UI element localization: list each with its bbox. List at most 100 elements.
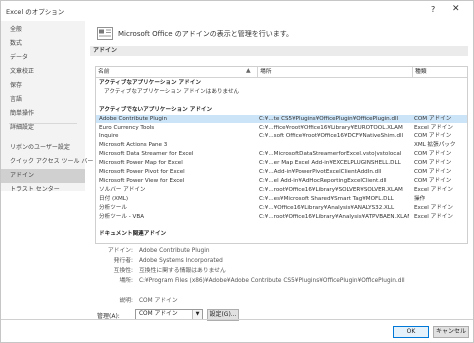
cell-location: C:¥...es¥Microsoft Shared¥Smart Tag¥MOFL… xyxy=(259,195,394,202)
cell-location: C:¥...soft Office¥root¥Office16¥DCF¥Nati… xyxy=(259,133,404,140)
options-dialog: Excel のオプション ? ✕ 全般 数式 データ 文章校正 保存 言語 簡単操作 詳細設定… xyxy=(0,0,474,343)
detail-label: 説明: xyxy=(119,298,133,304)
chevron-down-icon[interactable]: ▼ xyxy=(192,310,202,319)
detail-label: 発行者: xyxy=(113,258,133,264)
detail-description: 説明: COM アドイン xyxy=(95,297,465,306)
cell-type: Excel アドイン xyxy=(414,124,453,131)
detail-label: 互換性: xyxy=(113,268,133,274)
cell-location: C:¥...el Add-in¥AdHocReportingExcelClien… xyxy=(259,177,387,184)
detail-value: 互換性に関する情報はありません xyxy=(139,268,226,274)
table-row[interactable]: Microsoft Power Pivot for Excel C:¥...Add… xyxy=(96,168,467,176)
cell-name: Euro Currency Tools xyxy=(99,124,155,131)
cell-type: COM アドイン xyxy=(414,160,452,167)
cell-name: Microsoft Data Streamer for Excel xyxy=(99,151,194,158)
table-row[interactable]: Microsoft Power Map for Excel C:¥...er Ma… xyxy=(96,159,467,167)
cell-location: C:¥...root¥Office16¥Library¥Analysis¥ATP… xyxy=(259,213,409,220)
cell-name: アクティブでないアプリケーション アドイン xyxy=(99,106,213,113)
table-row[interactable]: Microsoft Actions Pane 3 XML 拡張パック xyxy=(96,141,467,149)
sidebar-item[interactable]: データ xyxy=(1,51,85,65)
detail-publisher: 発行者: Adobe Systems Incorporated xyxy=(95,257,465,266)
addins-table: 名前 ▲ 場所 種類 アクティブなアプリケーション アドインアクティブなアプリケ… xyxy=(95,66,468,244)
detail-value: COM アドイン xyxy=(139,298,178,304)
manage-area: 管理(A): COM アドイン ▼ 設定(G)... xyxy=(95,307,465,323)
sidebar: 全般 数式 データ 文章校正 保存 言語 簡単操作 詳細設定リボンのユーザー設定 クイック アク… xyxy=(1,21,93,193)
sidebar-item[interactable]: 詳細設定 xyxy=(1,121,85,135)
cell-type: Excel アドイン xyxy=(414,204,453,211)
table-row[interactable]: Microsoft Data Streamer for Excel C:¥...M… xyxy=(96,150,467,158)
page-header: Microsoft Office のアドインの表示と管理を行います。 xyxy=(118,30,294,38)
table-row[interactable]: 分析ツール C:¥...¥Office16¥Library¥Analysis¥AN… xyxy=(96,204,467,212)
table-row[interactable]: Adobe Contribute Plugin C:¥...te CS5¥Plug… xyxy=(96,114,467,123)
cell-type: COM アドイン xyxy=(414,115,452,122)
cell-name: ドキュメント関連アドイン xyxy=(99,231,167,238)
sidebar-item[interactable]: アドイン xyxy=(1,169,85,183)
cell-name: Inquire xyxy=(99,133,119,140)
table-row xyxy=(96,221,467,229)
table-row[interactable]: 分析ツール - VBA C:¥...root¥Office16¥Library¥A… xyxy=(96,213,467,221)
table-row[interactable]: ソルバー アドイン C:¥...root¥Office16¥Library¥SOL… xyxy=(96,186,467,194)
column-header-type[interactable]: 種類 xyxy=(412,67,467,77)
cell-type: XML 拡張パック xyxy=(414,142,456,149)
sidebar-item[interactable]: トラスト センター xyxy=(1,183,85,197)
cell-name: アクティブなアプリケーション アドイン xyxy=(99,80,201,86)
cell-name: 日付 (XML) xyxy=(99,195,129,202)
detail-value: Adobe Systems Incorporated xyxy=(139,258,223,264)
cell-type: Excel アドイン xyxy=(414,186,453,193)
cancel-button[interactable]: キャンセル xyxy=(433,326,469,338)
table-row[interactable]: Inquire C:¥...soft Office¥root¥Office16¥D… xyxy=(96,132,467,140)
table-row[interactable]: 日付 (XML) C:¥...es¥Microsoft Shared¥Smart … xyxy=(96,195,467,203)
sidebar-item[interactable]: リボンのユーザー設定 xyxy=(1,141,85,155)
close-icon[interactable]: ✕ xyxy=(452,4,460,14)
sidebar-item[interactable]: 言語 xyxy=(1,93,85,107)
cell-type: 操作 xyxy=(414,195,426,202)
table-row xyxy=(96,97,467,105)
table-header: 名前 ▲ 場所 種類 xyxy=(96,67,467,78)
sidebar-item[interactable]: 簡単操作 xyxy=(1,107,85,121)
manage-select-value: COM アドイン xyxy=(139,311,178,317)
sidebar-item[interactable]: 文章校正 xyxy=(1,65,85,79)
sidebar-item[interactable]: クイック アクセス ツール バー xyxy=(1,155,93,169)
cell-name: Microsoft Power Pivot for Excel xyxy=(99,169,185,175)
cell-name: 分析ツール xyxy=(99,204,127,211)
table-group-header: アクティブなアプリケーション アドイン xyxy=(96,79,467,87)
sidebar-item[interactable]: 保存 xyxy=(1,79,85,93)
table-row[interactable]: Euro Currency Tools C:¥...ffice¥root¥Offi… xyxy=(96,124,467,132)
cell-type: COM アドイン xyxy=(414,177,452,184)
detail-addin: アドイン: Adobe Contribute Plugin xyxy=(95,247,465,256)
section-title: アドイン xyxy=(90,46,468,56)
table-row: アクティブなアプリケーション アドインはありません xyxy=(96,88,467,96)
ok-button[interactable]: OK xyxy=(393,326,429,338)
column-header-name[interactable]: 名前 xyxy=(96,67,259,77)
column-header-location[interactable]: 場所 xyxy=(257,67,412,77)
help-icon[interactable]: ? xyxy=(431,5,435,14)
cell-name: Microsoft Actions Pane 3 xyxy=(99,142,168,149)
footer-divider xyxy=(1,319,473,320)
cell-type: COM アドイン xyxy=(414,151,452,158)
cell-name: ソルバー アドイン xyxy=(99,186,146,193)
sort-ascending-icon: ▲ xyxy=(246,67,251,74)
cell-name: アクティブなアプリケーション アドインはありません xyxy=(104,88,240,95)
cell-name: Adobe Contribute Plugin xyxy=(99,115,168,122)
sidebar-item[interactable]: 全般 xyxy=(1,23,85,37)
addins-icon xyxy=(97,27,113,40)
cell-location: C:¥...¥Office16¥Library¥Analysis¥ANALYS3… xyxy=(259,204,395,211)
cell-type: COM アドイン xyxy=(414,133,452,140)
cell-name: Microsoft Power Map for Excel xyxy=(99,160,183,167)
cell-location: C:¥...root¥Office16¥Library¥SOLVER¥SOLVE… xyxy=(259,186,403,193)
cell-name: Microsoft Power View for Excel xyxy=(99,177,185,184)
cell-location: C:¥...ffice¥root¥Office16¥Library¥EUROTO… xyxy=(259,124,403,131)
cell-location: C:¥...MicrosoftDataStreamerforExcel.vsto… xyxy=(259,151,402,158)
title-bar: Excel のオプション ? ✕ xyxy=(1,1,473,21)
detail-value: C:¥Program Files (x86)¥Adobe¥Adobe Contr… xyxy=(139,278,405,284)
detail-label: アドイン: xyxy=(107,248,133,254)
cell-location: C:¥...Add-in¥PowerPivotExcelClientAddIn.… xyxy=(259,169,382,175)
cell-type: Excel アドイン xyxy=(414,213,453,220)
sidebar-item[interactable]: 数式 xyxy=(1,37,85,51)
table-group-header: ドキュメント関連アドイン xyxy=(96,230,467,238)
cell-name: 分析ツール - VBA xyxy=(99,213,145,220)
window-title: Excel のオプション xyxy=(6,8,65,16)
cell-location: C:¥...er Map Excel Add-in¥EXCELPLUGINSHE… xyxy=(259,160,401,167)
cell-location: C:¥...te CS5¥Plugins¥OfficePlugin¥Office… xyxy=(259,115,399,122)
main-panel: Microsoft Office のアドインの表示と管理を行います。 アドイン … xyxy=(85,21,473,341)
table-row[interactable]: Microsoft Power View for Excel C:¥...el A… xyxy=(96,177,467,185)
